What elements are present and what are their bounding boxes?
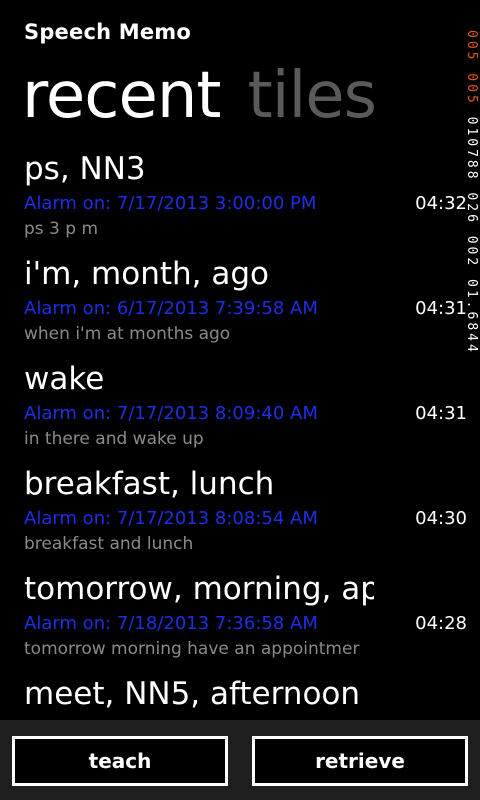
memo-list[interactable]: ps, NN3 Alarm on: 7/17/2013 3:00:00 PM 0… — [0, 150, 480, 720]
list-item[interactable]: ps, NN3 Alarm on: 7/17/2013 3:00:00 PM 0… — [0, 150, 480, 255]
button-bar: teach retrieve — [0, 720, 480, 800]
memo-duration: 04:28 — [415, 613, 467, 634]
memo-alarm: Alarm on: 7/17/2013 3:00:00 PM — [24, 193, 317, 214]
memo-duration: 04:32 — [415, 193, 467, 214]
memo-title: tomorrow, morning, ap — [24, 571, 374, 607]
tab-tiles[interactable]: tiles — [248, 52, 377, 140]
list-item[interactable]: wake Alarm on: 7/17/2013 8:09:40 AM 04:3… — [0, 360, 480, 465]
list-item[interactable]: breakfast, lunch Alarm on: 7/17/2013 8:0… — [0, 465, 480, 570]
memo-alarm: Alarm on: 7/17/2013 8:09:40 AM — [24, 403, 318, 424]
memo-duration: 04:31 — [415, 403, 467, 424]
memo-duration: 04:30 — [415, 508, 467, 529]
memo-transcript: ps 3 p m — [24, 219, 99, 239]
memo-title: breakfast, lunch — [24, 466, 275, 502]
memo-title: ps, NN3 — [24, 151, 146, 187]
retrieve-button[interactable]: retrieve — [252, 736, 468, 786]
teach-button[interactable]: teach — [12, 736, 228, 786]
debug-counter-orange: 005 005 — [464, 30, 479, 106]
memo-transcript: tomorrow morning have an appointmer — [24, 639, 360, 659]
memo-duration: 04:31 — [415, 298, 467, 319]
list-item[interactable]: i'm, month, ago Alarm on: 6/17/2013 7:39… — [0, 255, 480, 360]
memo-transcript: breakfast and lunch — [24, 534, 194, 554]
app-title: Speech Memo — [24, 20, 192, 44]
tab-recent[interactable]: recent — [22, 52, 221, 140]
memo-title: wake — [24, 361, 105, 397]
memo-alarm: Alarm on: 7/18/2013 7:36:58 AM — [24, 613, 318, 634]
list-item[interactable]: meet, NN5, afternoon — [0, 675, 480, 720]
memo-title: meet, NN5, afternoon — [24, 676, 361, 712]
memo-title: i'm, month, ago — [24, 256, 270, 292]
list-item[interactable]: tomorrow, morning, ap Alarm on: 7/18/201… — [0, 570, 480, 675]
memo-alarm: Alarm on: 7/17/2013 8:08:54 AM — [24, 508, 318, 529]
memo-transcript: in there and wake up — [24, 429, 204, 449]
pivot-header: recent tiles — [22, 52, 377, 142]
memo-alarm: Alarm on: 6/17/2013 7:39:58 AM — [24, 298, 318, 319]
memo-transcript: when i'm at months ago — [24, 324, 231, 344]
